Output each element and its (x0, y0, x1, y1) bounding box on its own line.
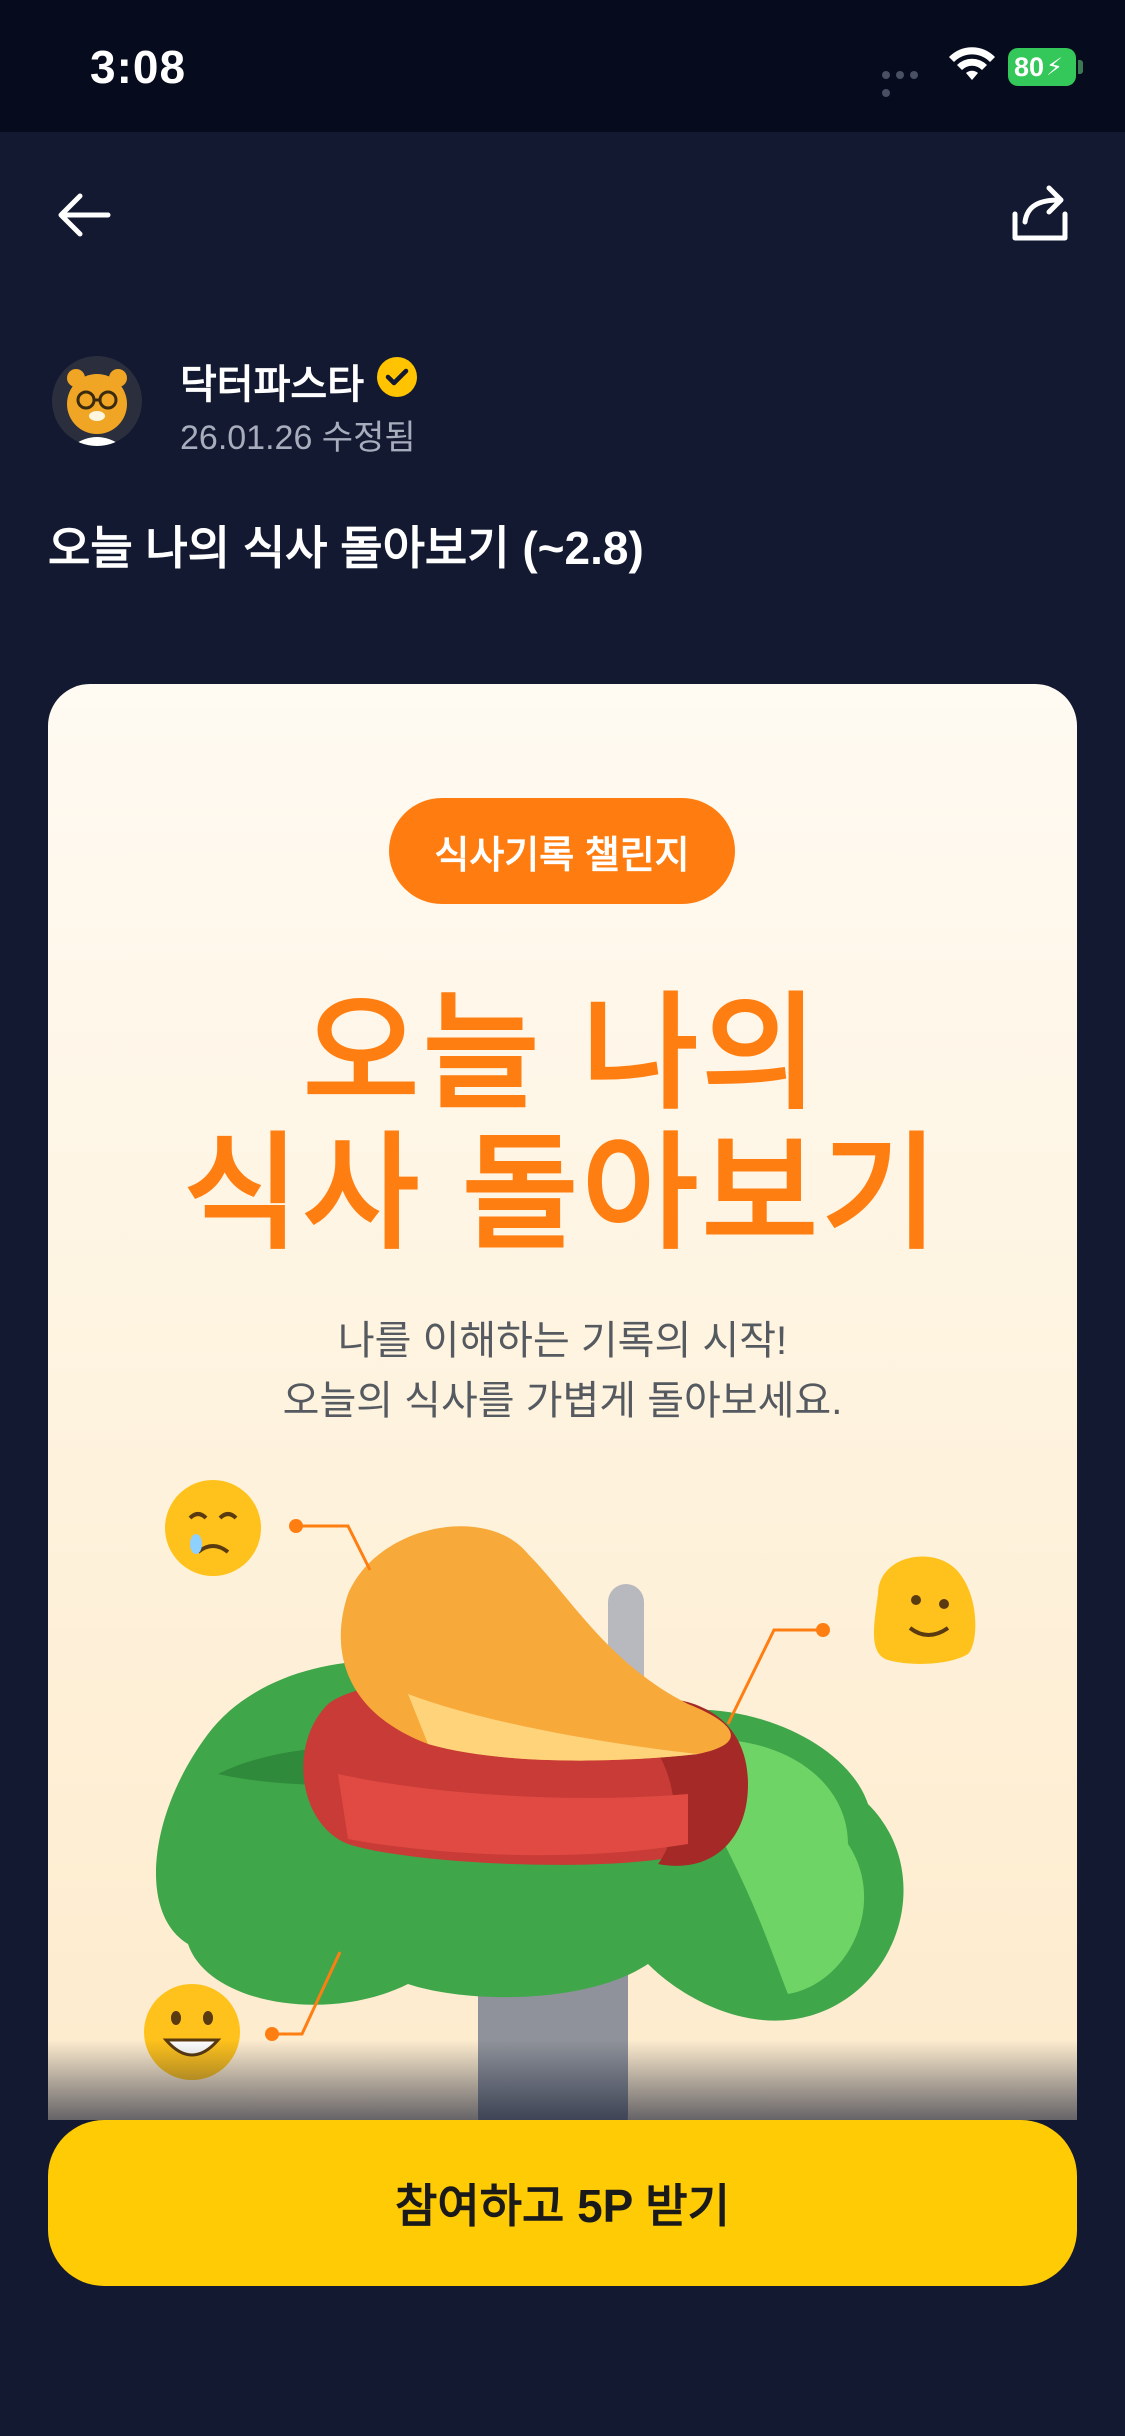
share-icon (1012, 185, 1068, 241)
charging-bolt-icon: ⚡ (1046, 53, 1063, 81)
back-button[interactable] (50, 180, 120, 250)
status-time: 3:08 (90, 41, 187, 93)
subtitle-line1: 나를 이해하는 기록의 시작! (337, 1319, 788, 1363)
sad-face-emoji (165, 1480, 261, 1576)
subtitle-line2: 오늘의 식사를 가볍게 돌아보세요. (282, 1379, 843, 1423)
arrow-left-icon (58, 193, 111, 237)
author-name[interactable]: 닥터파스타 (180, 352, 364, 410)
potato-chip-icon (340, 1526, 731, 1761)
battery-icon: 80 ⚡ (1008, 48, 1076, 86)
battery-level: 80 (1014, 51, 1045, 82)
headline-line2: 식사 돌아보기 (183, 1123, 942, 1264)
melting-face-emoji (873, 1556, 976, 1664)
lion-mascot-icon (67, 369, 127, 446)
status-bar: 3:08 80 ⚡ (0, 0, 1125, 132)
challenge-banner-card[interactable]: 식사기록 챌린지 오늘 나의 식사 돌아보기 나를 이해하는 기록의 시작! 오… (48, 684, 1077, 2164)
post-title: 오늘 나의 식사 돌아보기 (~2.8) (48, 522, 644, 574)
wifi-icon (949, 47, 995, 80)
verified-badge-icon (377, 357, 417, 397)
battery-cap (1078, 60, 1083, 74)
post-date: 26.01.26 수정됨 (180, 419, 416, 457)
author-avatar[interactable] (52, 356, 142, 446)
cellular-signal-icon (882, 66, 934, 97)
join-challenge-button[interactable]: 참여하고 5P 받기 (48, 2120, 1077, 2286)
share-button[interactable] (1005, 178, 1075, 248)
challenge-badge: 식사기록 챌린지 (389, 798, 735, 904)
